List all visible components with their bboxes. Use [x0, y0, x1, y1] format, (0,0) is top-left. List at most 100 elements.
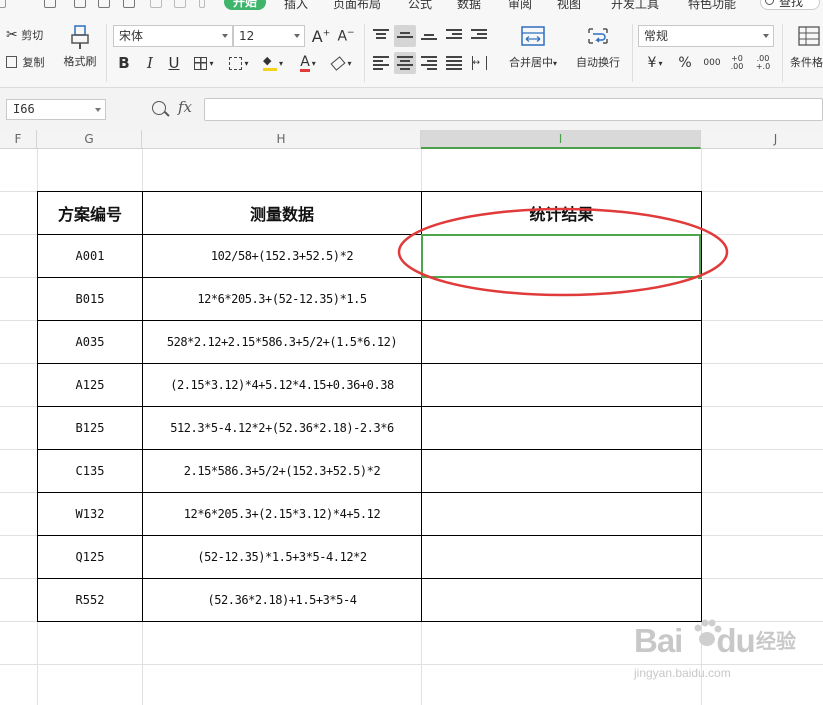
- wrap-text-icon: [588, 28, 608, 44]
- number-format-select[interactable]: 常规: [638, 25, 774, 47]
- watermark-jingyan: 经验: [756, 629, 796, 653]
- format-painter-button[interactable]: 格式刷: [60, 24, 100, 82]
- chevron-down-icon: [763, 34, 769, 38]
- redo-icon[interactable]: [174, 0, 186, 8]
- column-header-j[interactable]: J: [701, 130, 823, 149]
- tab-data[interactable]: 数据: [457, 0, 481, 12]
- ribbon: 开始 插入 页面布局 公式 数据 审阅 视图 开发工具 特色功能 查找 ✂ 剪切…: [0, 0, 823, 88]
- copy-label: 复制: [22, 56, 45, 69]
- save-icon[interactable]: [44, 0, 56, 8]
- underline-icon: U: [168, 54, 180, 72]
- ribbon-divider: [782, 24, 783, 82]
- percent-button[interactable]: %: [674, 52, 696, 74]
- decrease-decimal-icon: .00 +.0: [755, 54, 771, 71]
- chevron-down-icon: ▾: [209, 58, 214, 68]
- borders-button[interactable]: ▾: [190, 52, 218, 74]
- cut-button[interactable]: ✂ 剪切: [6, 27, 43, 43]
- justify-button[interactable]: [444, 52, 464, 74]
- column-header-bar: F G H I J: [0, 130, 823, 149]
- align-left-button[interactable]: [371, 52, 391, 74]
- ribbon-divider: [632, 24, 633, 82]
- column-header-h[interactable]: H: [142, 130, 421, 149]
- cell-style-button[interactable]: ▾: [225, 52, 253, 74]
- align-middle-button[interactable]: [394, 25, 416, 47]
- ribbon-divider: [364, 24, 365, 82]
- borders-icon: [194, 56, 208, 70]
- paw-logo-icon: [694, 619, 722, 646]
- format-painter-label: 格式刷: [63, 55, 97, 68]
- increase-indent-button[interactable]: [469, 25, 489, 47]
- conditional-format-label: 条件格: [790, 56, 823, 69]
- distribute-button[interactable]: ↔: [469, 52, 489, 74]
- zoom-icon[interactable]: [152, 101, 166, 115]
- font-color-button[interactable]: A ▾: [294, 52, 322, 74]
- column-header-g[interactable]: G: [37, 130, 142, 149]
- increase-decimal-button[interactable]: +0 .00: [726, 52, 748, 74]
- conditional-format-button[interactable]: 条件格: [790, 26, 823, 84]
- wrap-text-button[interactable]: 自动换行: [572, 26, 624, 84]
- fill-color-button[interactable]: ◆ ▾: [258, 52, 288, 74]
- align-center-icon: [397, 56, 413, 70]
- print-preview-icon[interactable]: [98, 0, 110, 8]
- decrease-indent-button[interactable]: [444, 25, 464, 47]
- search-box[interactable]: 查找: [760, 0, 820, 10]
- font-family-value: 宋体: [119, 29, 144, 43]
- distribute-icon: ↔: [471, 56, 487, 70]
- spreadsheet-grid[interactable]: 方案编号 测量数据 统计结果 A001 102/58+(152.3+52.5)*2…: [0, 149, 823, 705]
- column-header-f[interactable]: F: [0, 130, 37, 149]
- copy-button[interactable]: 复制: [6, 54, 45, 70]
- tab-home[interactable]: 开始: [224, 0, 267, 10]
- search-label: 查找: [779, 0, 804, 9]
- export-pdf-icon[interactable]: [123, 0, 135, 8]
- thousands-icon: 000: [703, 58, 721, 68]
- currency-icon: ¥: [647, 55, 657, 71]
- chevron-down-icon: ▾: [244, 58, 249, 68]
- undo-icon[interactable]: [150, 0, 162, 8]
- tab-view[interactable]: 视图: [557, 0, 581, 12]
- currency-button[interactable]: ¥ ▾: [642, 52, 668, 74]
- tab-insert[interactable]: 插入: [284, 0, 308, 12]
- align-top-button[interactable]: [371, 25, 391, 47]
- tab-special-features[interactable]: 特色功能: [688, 0, 736, 12]
- tab-review[interactable]: 审阅: [508, 0, 532, 12]
- increase-font-size-button[interactable]: A+: [310, 26, 332, 46]
- thousands-separator-button[interactable]: 000: [700, 52, 724, 74]
- outdent-icon: [446, 29, 462, 43]
- name-box[interactable]: I66: [6, 99, 106, 120]
- wrap-text-label: 自动换行: [576, 56, 620, 69]
- align-center-button[interactable]: [394, 52, 416, 74]
- chevron-down-icon: ▾: [311, 58, 316, 68]
- formula-input[interactable]: [204, 98, 823, 121]
- paint-bucket-icon: ◆: [262, 55, 277, 71]
- copy-icon: [6, 56, 17, 68]
- print-icon[interactable]: [74, 0, 86, 8]
- column-header-i[interactable]: I: [421, 130, 701, 149]
- bold-button[interactable]: B: [114, 52, 134, 74]
- align-right-button[interactable]: [419, 52, 439, 74]
- chevron-down-icon: [95, 108, 101, 112]
- align-right-icon: [421, 56, 437, 70]
- font-family-select[interactable]: 宋体: [113, 25, 233, 47]
- tab-formulas[interactable]: 公式: [408, 0, 432, 12]
- align-left-icon: [373, 56, 389, 70]
- clear-button[interactable]: ▾: [327, 52, 357, 74]
- tab-developer[interactable]: 开发工具: [611, 0, 659, 12]
- customize-quick-access-icon[interactable]: [199, 0, 205, 8]
- font-size-select[interactable]: 12: [233, 25, 305, 47]
- align-middle-icon: [397, 32, 413, 46]
- ribbon-divider: [106, 24, 107, 82]
- decrease-font-size-button[interactable]: A−: [335, 26, 357, 46]
- underline-button[interactable]: U: [164, 52, 184, 74]
- align-bottom-button[interactable]: [419, 25, 439, 47]
- cell-reference: I66: [13, 102, 35, 116]
- tab-page-layout[interactable]: 页面布局: [333, 0, 381, 12]
- font-color-icon: A: [300, 53, 310, 72]
- cell-style-icon: [229, 56, 243, 70]
- file-menu-icon[interactable]: [0, 0, 6, 8]
- merge-center-button[interactable]: 合并居中▾: [503, 26, 563, 84]
- insert-function-icon[interactable]: fx: [178, 98, 192, 116]
- italic-button[interactable]: I: [140, 52, 160, 74]
- scissors-icon: ✂: [6, 27, 18, 43]
- decrease-decimal-button[interactable]: .00 +.0: [752, 52, 774, 74]
- align-top-icon: [373, 29, 389, 43]
